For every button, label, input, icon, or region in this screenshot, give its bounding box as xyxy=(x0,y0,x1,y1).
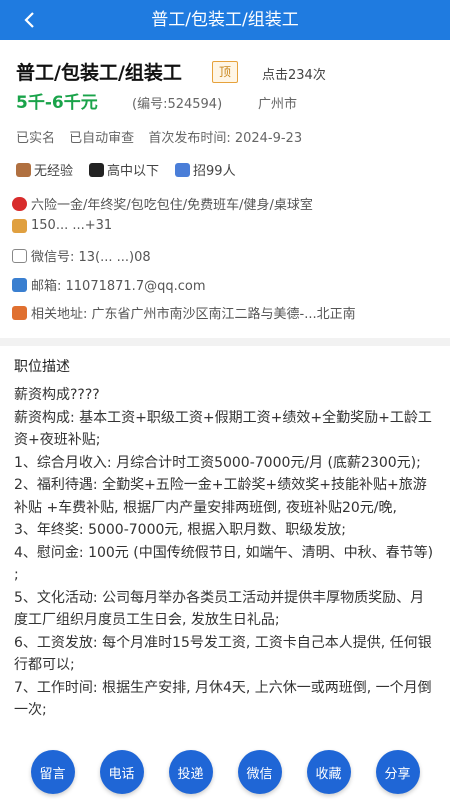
benefits-row: 六险一金/年终奖/包吃包住/免费班车/健身/桌球室 xyxy=(12,194,313,213)
address-text: 相关地址: 广东省广州市南沙区南江二路与美德-...北正南 xyxy=(31,307,356,322)
description-paragraph: 6、工资发放: 每个月准时15号发工资, 工资卡自己本人提供, 任何银行都可以; xyxy=(14,634,432,674)
description-paragraph: 薪资构成???? xyxy=(14,387,100,403)
top-bar: 普工/包装工/组装工 xyxy=(0,0,450,40)
apply-button[interactable]: 投递 xyxy=(168,750,213,794)
apple-icon xyxy=(12,196,27,211)
description-paragraph: 5、文化活动: 公司每月举办各类员工活动并提供丰厚物质奖励、月度工厂组织月度员工… xyxy=(14,589,425,629)
benefits-text: 六险一金/年终奖/包吃包住/免费班车/健身/桌球室 xyxy=(31,198,313,213)
briefcase-icon xyxy=(16,162,31,177)
description-paragraph: 1、综合月收入: 月综合计时工资5000-7000元/月 (底薪2300元); xyxy=(14,454,421,471)
description-paragraph: 2、福利待遇: 全勤奖+五险一金+工龄奖+绩效奖+技能补贴+旅游补贴 +车费补贴… xyxy=(14,477,427,516)
audit-label: 已自动审查 xyxy=(69,131,135,146)
description-paragraph: 7、工作时间: 根据生产安排, 月休4天, 上六休一或两班倒, 一个月倒一次; xyxy=(14,679,432,719)
job-title: 普工/包装工/组装工 xyxy=(16,62,182,84)
share-button[interactable]: 分享 xyxy=(375,750,420,794)
description-heading: 职位描述 xyxy=(14,359,70,375)
call-button[interactable]: 电话 xyxy=(99,750,144,794)
verified-label: 已实名 xyxy=(16,131,56,146)
description-paragraph: 3、年终奖: 5000-7000元, 根据入职月数、职级发放; xyxy=(14,522,346,538)
phone-row[interactable]: 150... ...+31 xyxy=(12,218,112,233)
tag-label: 高中以下 xyxy=(107,164,160,179)
phone-icon xyxy=(12,218,27,233)
publish-date: 首次发布时间: 2024-9-23 xyxy=(148,131,303,146)
tag-headcount: 招99人 xyxy=(175,160,236,179)
description-paragraph: 4、慰问金: 100元 (中国传统假节日, 如端午、清明、中秋、春节等) ; xyxy=(14,544,434,584)
wechat-button[interactable]: 微信 xyxy=(237,750,282,794)
description-paragraph: 薪资构成: 基本工资+职级工资+假期工资+绩效+全勤奖励+工龄工资+夜班补贴; xyxy=(14,409,432,449)
page-title: 普工/包装工/组装工 xyxy=(151,10,299,30)
wechat-text: 微信号: 13(... ...)08 xyxy=(31,250,151,265)
chat-bubble-icon xyxy=(12,248,27,263)
description-body: 薪资构成???? 薪资构成: 基本工资+职级工资+假期工资+绩效+全勤奖励+工龄… xyxy=(14,384,436,744)
tag-label: 无经验 xyxy=(34,164,74,179)
section-divider xyxy=(0,338,450,346)
salary: 5千-6千元 xyxy=(16,93,98,113)
graduation-cap-icon xyxy=(89,162,105,177)
message-button[interactable]: 留言 xyxy=(30,750,75,794)
phone-text: 150... ...+31 xyxy=(31,218,113,233)
click-count: 点击234次 xyxy=(262,68,326,83)
wechat-row[interactable]: 微信号: 13(... ...)08 xyxy=(12,246,151,265)
meta-line: 已实名 已自动审查 首次发布时间: 2024-9-23 xyxy=(16,127,312,146)
requirement-tags: 无经验 高中以下 招99人 xyxy=(16,160,236,179)
favorite-button[interactable]: 收藏 xyxy=(306,750,351,794)
job-number: (编号:524594) xyxy=(132,97,223,112)
house-icon xyxy=(12,305,27,320)
top-badge: 顶 xyxy=(212,61,238,83)
tag-experience: 无经验 xyxy=(16,160,73,179)
email-icon xyxy=(12,277,27,292)
email-text: 邮箱: 11071871.7@qq.com xyxy=(31,279,206,294)
address-row[interactable]: 相关地址: 广东省广州市南沙区南江二路与美德-...北正南 xyxy=(12,303,356,322)
city: 广州市 xyxy=(258,97,298,112)
tag-education: 高中以下 xyxy=(89,160,159,179)
email-row[interactable]: 邮箱: 11071871.7@qq.com xyxy=(12,275,206,294)
action-bar: 留言 电话 投递 微信 收藏 分享 xyxy=(0,744,450,800)
tag-label: 招99人 xyxy=(193,164,236,179)
people-icon xyxy=(175,162,191,177)
